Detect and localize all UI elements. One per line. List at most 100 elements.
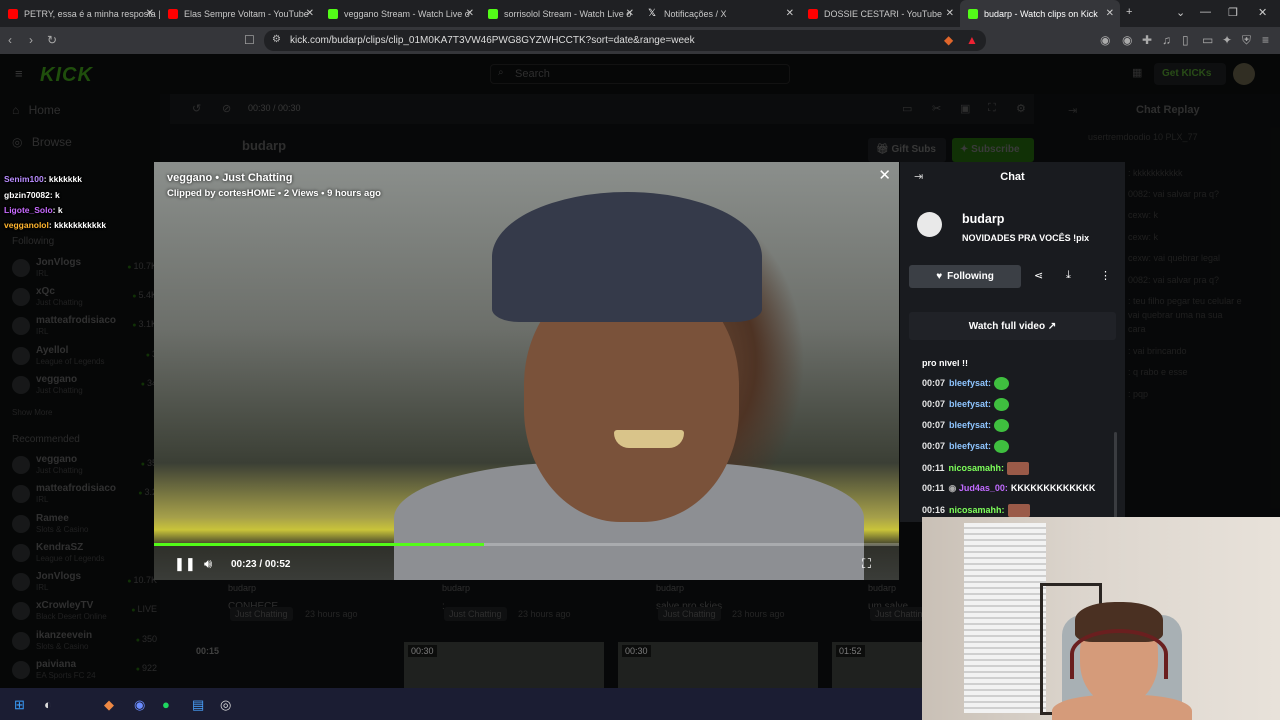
- maximize-icon[interactable]: ❐: [1228, 6, 1238, 19]
- reload-icon[interactable]: ↻: [47, 33, 57, 47]
- following-label: Following: [947, 271, 994, 282]
- os-taskbar: ⊞ ◐ ◆ ◉ ● ▤ ◎: [0, 688, 922, 720]
- bookmark-icon[interactable]: ☐: [244, 33, 255, 47]
- close-icon[interactable]: ✕: [946, 8, 954, 19]
- overlay-chat-line: Senim100: kkkkkkk: [4, 174, 82, 184]
- brave-browser-icon[interactable]: ◆: [104, 697, 114, 713]
- pause-icon[interactable]: ❚❚: [174, 556, 196, 572]
- chat-username[interactable]: bleefysat:: [949, 378, 991, 388]
- chat-username[interactable]: nicosamahh:: [949, 463, 1005, 473]
- panel-title: Chat: [1000, 171, 1025, 183]
- chat-message: 00:07 bleefysat:: [922, 440, 1010, 453]
- clip-title: veggano • Just Chatting: [167, 172, 293, 184]
- overlay-chat-user: vegganolol: [4, 220, 49, 230]
- site-info-icon[interactable]: ⚙: [272, 34, 281, 45]
- chat-message: 00:16 nicosamahh:: [922, 504, 1030, 517]
- emote-icon: [994, 419, 1010, 432]
- close-icon[interactable]: ✕: [786, 8, 794, 19]
- puzzle-icon[interactable]: ✚: [1142, 33, 1152, 47]
- overlay-chat-msg: : k: [49, 190, 60, 200]
- address-bar-row: ‹ › ↻ ☐ ⚙ kick.com/budarp/clips/clip_01M…: [0, 27, 1280, 54]
- overlay-chat-msg: : kkkkkkk: [43, 174, 82, 184]
- discord-icon[interactable]: ◉: [134, 697, 145, 713]
- browser-tab[interactable]: veggano Stream - Watch Live o ✕: [320, 0, 480, 27]
- close-modal-icon[interactable]: ✕: [878, 166, 891, 184]
- windows-start-icon[interactable]: ⊞: [14, 697, 25, 713]
- browser-tab[interactable]: Elas Sempre Voltam - YouTube ✕: [160, 0, 320, 27]
- minimize-icon[interactable]: —: [1200, 6, 1211, 18]
- spotify-icon[interactable]: ●: [162, 697, 170, 712]
- browser-tab-bar: PETRY, essa é a minha resposta | TR ✕ Ela…: [0, 0, 1280, 27]
- heart-icon: ♥: [936, 271, 943, 282]
- taskbar-app-icon[interactable]: ◐: [44, 697, 52, 712]
- clip-video[interactable]: [154, 162, 899, 580]
- url-input[interactable]: ⚙ kick.com/budarp/clips/clip_01M0KA7T3VW…: [264, 30, 986, 51]
- chat-username[interactable]: nicosamahh:: [949, 505, 1005, 515]
- chat-timestamp: 00:11: [922, 462, 945, 473]
- tab-label: PETRY, essa é a minha resposta | TR: [24, 8, 160, 19]
- brave-shield-icon[interactable]: ◆: [944, 33, 953, 47]
- emote-icon: [994, 377, 1010, 390]
- tab-label: DOSSIE CESTARI - YouTube: [824, 8, 943, 19]
- browser-tab[interactable]: sorrisolol Stream - Watch Live o ✕: [480, 0, 640, 27]
- wallet-icon[interactable]: ▭: [1202, 33, 1213, 47]
- forward-icon[interactable]: ›: [29, 33, 33, 47]
- new-tab-button[interactable]: +: [1126, 6, 1132, 18]
- kick-icon: [968, 8, 978, 19]
- channel-name[interactable]: budarp: [962, 212, 1004, 226]
- clip-chat-list[interactable]: pro nivel !! 00:07 bleefysat: 00:07 bleefysa…: [900, 360, 1125, 522]
- browser-tab-active[interactable]: budarp - Watch clips on Kick ✕: [960, 0, 1120, 27]
- badge-icon: ◉: [948, 483, 959, 493]
- close-icon[interactable]: ✕: [1106, 8, 1114, 19]
- extension-icon[interactable]: ◉: [1122, 33, 1132, 47]
- browser-tab[interactable]: PETRY, essa é a minha resposta | TR ✕: [0, 0, 160, 27]
- close-icon[interactable]: ✕: [146, 8, 154, 19]
- channel-avatar[interactable]: [917, 212, 942, 237]
- chat-username[interactable]: Jud4as_00:: [959, 483, 1008, 493]
- chat-username[interactable]: bleefysat:: [949, 420, 991, 430]
- x-icon: 𝕏: [648, 7, 657, 19]
- close-icon[interactable]: ✕: [466, 8, 474, 19]
- share-icon[interactable]: ⋖: [1034, 269, 1043, 282]
- video-progress-fill: [154, 543, 484, 546]
- video-frame-mouth: [614, 430, 684, 448]
- chat-scrollbar[interactable]: [1114, 432, 1117, 518]
- browser-tab[interactable]: DOSSIE CESTARI - YouTube ✕: [800, 0, 960, 27]
- vpn-icon[interactable]: ⛨: [1242, 33, 1251, 48]
- youtube-icon: [168, 8, 178, 19]
- video-frame-beanie: [492, 192, 762, 322]
- volume-icon[interactable]: 🔊︎: [204, 556, 212, 572]
- download-icon[interactable]: ⤓: [1066, 269, 1071, 282]
- chat-timestamp: 00:07: [922, 440, 946, 451]
- fullscreen-icon[interactable]: ⛶: [862, 556, 871, 572]
- emote-icon: [1007, 504, 1030, 517]
- chat-username[interactable]: bleefysat:: [949, 399, 991, 409]
- video-progress-bar[interactable]: [154, 543, 899, 546]
- chat-timestamp: 00:07: [922, 377, 946, 388]
- tab-label: veggano Stream - Watch Live o: [344, 8, 470, 19]
- sidebar-icon[interactable]: ▯: [1182, 33, 1189, 47]
- following-button[interactable]: ♥ Following: [909, 265, 1021, 288]
- chat-username[interactable]: bleefysat:: [949, 441, 991, 451]
- music-icon[interactable]: ♫: [1162, 33, 1171, 47]
- more-options-icon[interactable]: ⋮: [1100, 269, 1111, 282]
- menu-icon[interactable]: ≡: [1262, 33, 1269, 47]
- close-icon[interactable]: ✕: [306, 8, 314, 19]
- tab-label: Elas Sempre Voltam - YouTube: [184, 8, 309, 19]
- obs-icon[interactable]: ◎: [220, 697, 231, 713]
- close-window-icon[interactable]: ✕: [1258, 6, 1267, 19]
- clip-modal: veggano • Just Chatting Clipped by corte…: [154, 162, 899, 580]
- rewards-icon[interactable]: ▲: [966, 33, 978, 47]
- leo-icon[interactable]: ✦: [1222, 33, 1232, 47]
- close-icon[interactable]: ✕: [626, 8, 634, 19]
- youtube-icon: [808, 8, 818, 19]
- watch-full-video-button[interactable]: Watch full video ↗: [909, 312, 1116, 340]
- browser-tab[interactable]: 𝕏 Notificações / X ✕: [640, 0, 800, 27]
- extension-icon[interactable]: ◉: [1100, 33, 1110, 47]
- chevron-down-icon[interactable]: ⌄: [1176, 6, 1185, 19]
- clip-side-panel: ⇥ Chat budarp NOVIDADES PRA VOCÊS !pix ♥…: [900, 162, 1125, 522]
- notepad-icon[interactable]: ▤: [192, 697, 204, 713]
- chat-message: 00:07 bleefysat:: [922, 377, 1010, 390]
- back-icon[interactable]: ‹: [8, 33, 12, 47]
- chat-text: pro nivel !!: [922, 360, 969, 368]
